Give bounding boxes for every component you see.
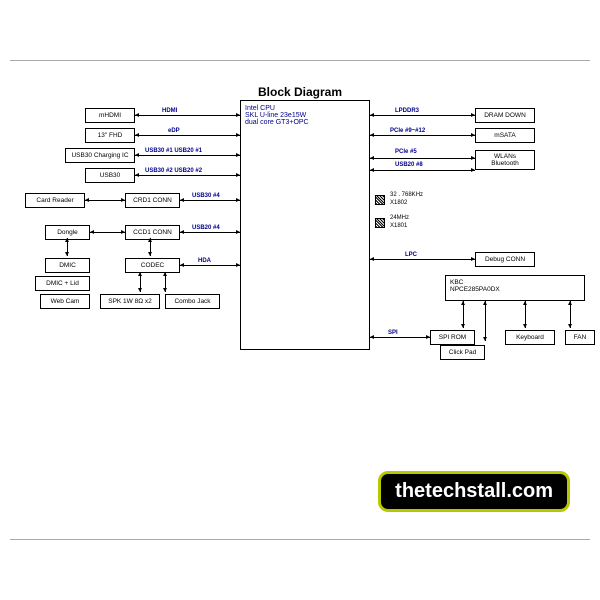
crystal-1-icon bbox=[375, 195, 385, 205]
arrow-lpddr3 bbox=[370, 115, 475, 116]
label-pcie9-12: PCIe #9~#12 bbox=[390, 128, 425, 134]
varrow-kbc-spi bbox=[463, 301, 464, 328]
block-ccd1: CCD1 CONN bbox=[125, 225, 180, 240]
block-codec: CODEC bbox=[125, 258, 180, 273]
label-edp: eDP bbox=[168, 128, 180, 134]
crystal-2-ref: X1801 bbox=[390, 223, 407, 229]
label-hda: HDA bbox=[198, 258, 211, 264]
varrow-codec-combo bbox=[165, 272, 166, 292]
arrow-cardreader bbox=[85, 200, 125, 201]
arrow-usb20-4 bbox=[180, 232, 240, 233]
arrow-lpc bbox=[370, 259, 475, 260]
label-usb20-4: USB20 #4 bbox=[192, 225, 220, 231]
varrow-dongle bbox=[67, 238, 68, 256]
watermark-text: thetechstall.com bbox=[395, 480, 553, 502]
label-pcie5: PCIe #5 bbox=[395, 149, 417, 155]
block-spk: SPK 1W 8Ω x2 bbox=[100, 294, 160, 309]
block-dmic-lid: DMIC + Lid bbox=[35, 276, 90, 291]
block-dram: DRAM DOWN bbox=[475, 108, 535, 123]
cpu-line2: SKL U-line 23e15W bbox=[245, 112, 365, 119]
crystal-2-freq: 24MHz bbox=[390, 215, 409, 221]
block-usb30: USB30 bbox=[85, 168, 135, 183]
label-spi: SPI bbox=[388, 330, 398, 336]
varrow-ccd1-codec bbox=[150, 238, 151, 256]
cpu-block: Intel CPU SKL U-line 23e15W dual core GT… bbox=[240, 100, 370, 350]
label-usb20-8: USB20 #8 bbox=[395, 162, 423, 168]
cpu-line1: Intel CPU bbox=[245, 105, 365, 112]
cpu-line3: dual core GT3+OPC bbox=[245, 119, 365, 126]
crystal-1-ref: X1802 bbox=[390, 200, 407, 206]
label-usb30-4: USB30 #4 bbox=[192, 193, 220, 199]
block-usb30-charging: USB30 Charging IC bbox=[65, 148, 135, 163]
arrow-usb30-1 bbox=[135, 155, 240, 156]
crystal-1-freq: 32 . 768KHz bbox=[390, 192, 423, 198]
arrow-hda bbox=[180, 265, 240, 266]
block-card-reader: Card Reader bbox=[25, 193, 85, 208]
varrow-kbc-clickpad bbox=[485, 301, 486, 341]
block-webcam: Web Cam bbox=[40, 294, 90, 309]
block-fan: FAN bbox=[565, 330, 595, 345]
block-debug: Debug CONN bbox=[475, 252, 535, 267]
varrow-kbc-keyboard bbox=[525, 301, 526, 328]
watermark: thetechstall.com bbox=[378, 471, 570, 512]
arrow-edp bbox=[135, 135, 240, 136]
block-wlan: WLANs Bluetooth bbox=[475, 150, 535, 170]
block-clickpad: Click Pad bbox=[440, 345, 485, 360]
block-kbc: KBC NPCE285PA0DX bbox=[445, 275, 585, 301]
arrow-usb20-8 bbox=[370, 170, 475, 171]
block-fhd: 13" FHD bbox=[85, 128, 135, 143]
crystal-2-icon bbox=[375, 218, 385, 228]
arrow-hdmi bbox=[135, 115, 240, 116]
label-hdmi: HDMI bbox=[162, 108, 177, 114]
arrow-spi bbox=[370, 337, 430, 338]
block-combo: Combo Jack bbox=[165, 294, 220, 309]
arrow-pcie5 bbox=[370, 158, 475, 159]
block-keyboard: Keyboard bbox=[505, 330, 555, 345]
label-usb30-1: USB30 #1 USB20 #1 bbox=[145, 148, 202, 154]
varrow-codec-spk bbox=[140, 272, 141, 292]
block-spi-rom: SPI ROM bbox=[430, 330, 475, 345]
label-lpddr3: LPDDR3 bbox=[395, 108, 419, 114]
arrow-dongle bbox=[90, 232, 125, 233]
arrow-usb30-4 bbox=[180, 200, 240, 201]
block-dmic: DMIC bbox=[45, 258, 90, 273]
block-mhdmi: mHDMI bbox=[85, 108, 135, 123]
arrow-usb30-2 bbox=[135, 175, 240, 176]
block-crd1: CRD1 CONN bbox=[125, 193, 180, 208]
label-lpc: LPC bbox=[405, 252, 417, 258]
block-msata: mSATA bbox=[475, 128, 535, 143]
varrow-kbc-fan bbox=[570, 301, 571, 328]
label-usb30-2: USB30 #2 USB20 #2 bbox=[145, 168, 202, 174]
arrow-pcie9-12 bbox=[370, 135, 475, 136]
diagram-title: Block Diagram bbox=[258, 85, 342, 99]
